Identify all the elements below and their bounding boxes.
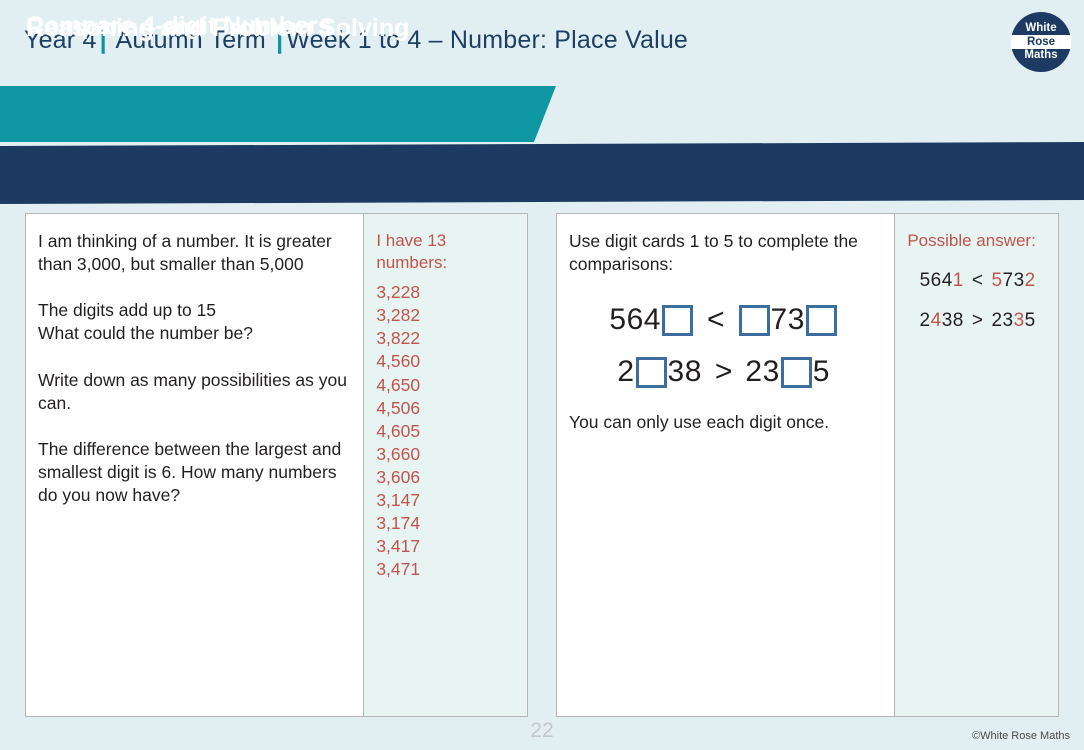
answer-pane-right: Possible answer: 5641 <5732 2438 >2335 <box>894 214 1058 716</box>
answer-number-item: 4,650 <box>376 374 421 395</box>
digit-card-slot-2[interactable] <box>738 304 770 336</box>
pa2-right-black-2: 5 <box>1024 310 1036 332</box>
comparison-expression-1: 564 < 73 <box>569 294 878 346</box>
answer-number-item: 3,606 <box>376 466 421 487</box>
section-title: Reasoning and Problem Solving <box>26 14 410 42</box>
digit-card-slot-4[interactable] <box>635 356 667 388</box>
answer-number-item: 3,417 <box>376 536 421 557</box>
answer-number-item: 3,282 <box>376 305 421 326</box>
answer-number-item: 3,660 <box>376 443 421 464</box>
expr2-digits-d: 5 <box>812 355 830 389</box>
possible-answer-line-1: 5641 <5732 <box>907 270 1048 292</box>
question-pane-left: I am thinking of a number. It is greater… <box>26 214 364 716</box>
answer-number-item: 4,506 <box>376 397 421 418</box>
answer-number-item: 4,560 <box>376 351 421 372</box>
answer-pane-left: I have 13 numbers: 3,228 3,282 3,822 4,560 4… <box>363 214 527 716</box>
pa2-right-black-1: 23 <box>991 310 1014 332</box>
pa2-left-black-1: 2 <box>919 310 931 332</box>
pa1-right-red-1: 5 <box>991 270 1003 292</box>
pa2-left-black-2: 38 <box>941 310 964 332</box>
answer-number-item: 3,822 <box>376 328 421 349</box>
logo-line-rose: Rose <box>1011 34 1071 50</box>
pa1-left-black: 564 <box>919 270 953 292</box>
pa1-right-black: 73 <box>1002 270 1025 292</box>
pa1-operator: < <box>971 270 984 292</box>
answer-number-item: 4,605 <box>376 420 421 441</box>
answer-number-item: 3,228 <box>376 282 421 303</box>
white-rose-maths-logo: White Rose Maths <box>1011 12 1071 72</box>
logo-line-white: White <box>1025 22 1057 35</box>
pa1-right-red-2: 2 <box>1024 270 1036 292</box>
comparison-expression-2: 2 38 > 23 5 <box>569 346 878 398</box>
answer-heading-right: Possible answer: <box>907 231 1036 250</box>
digit-card-slot-5[interactable] <box>780 356 812 388</box>
logo-line-maths: Maths <box>1024 49 1058 62</box>
question-card-right: Use digit cards 1 to 5 to complete the c… <box>556 213 1059 717</box>
question-pane-right: Use digit cards 1 to 5 to complete the c… <box>557 214 895 716</box>
answer-heading-left: I have 13 numbers: <box>376 231 448 273</box>
question-note-right: You can only use each digit once. <box>569 412 830 433</box>
pa2-operator: > <box>971 310 984 332</box>
pa2-right-red: 3 <box>1013 310 1025 332</box>
expr1-operator: < <box>706 303 725 337</box>
expr2-operator: > <box>714 355 733 389</box>
expr2-digits-c: 23 <box>745 355 780 389</box>
pa2-left-red: 4 <box>930 310 942 332</box>
expr2-digits-b: 38 <box>667 355 702 389</box>
section-title-banner <box>0 142 1084 204</box>
expr1-digits-a: 564 <box>609 303 661 337</box>
question-card-left: I am thinking of a number. It is greater… <box>25 213 528 717</box>
expr2-digits-a: 2 <box>617 355 635 389</box>
answer-number-item: 3,174 <box>376 513 421 534</box>
pa1-left-red: 1 <box>952 270 964 292</box>
copyright-notice: ©White Rose Maths <box>972 730 1070 742</box>
lesson-title-banner <box>0 86 556 142</box>
page-number: 22 <box>530 719 554 742</box>
question-text-left: I am thinking of a number. It is greater… <box>38 231 347 506</box>
question-text-right: Use digit cards 1 to 5 to complete the c… <box>569 231 863 275</box>
digit-card-slot-1[interactable] <box>661 304 693 336</box>
answer-number-list: 3,228 3,282 3,822 4,560 4,650 4,506 4,605 3,660… <box>376 281 517 581</box>
answer-number-item: 3,147 <box>376 490 421 511</box>
answer-number-item: 3,471 <box>376 559 421 580</box>
digit-card-slot-3[interactable] <box>805 304 837 336</box>
comparison-expressions: 564 < 73 2 38 > 23 5 <box>569 294 878 398</box>
expr1-digits-b: 73 <box>770 303 805 337</box>
possible-answer-line-2: 2438 >2335 <box>907 310 1048 332</box>
